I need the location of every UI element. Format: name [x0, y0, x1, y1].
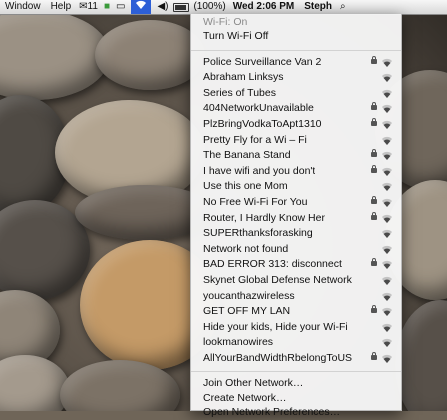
network-item[interactable]: Router, I Hardly Know Her: [191, 211, 401, 227]
notification-icon[interactable]: ✉11: [79, 0, 98, 14]
wifi-signal-icon: [382, 58, 392, 67]
menu-separator: [191, 49, 401, 51]
lock-icon: [371, 102, 377, 111]
network-name: BAD ERROR 313: disconnect: [203, 258, 342, 271]
lock-icon: [371, 164, 377, 173]
lock-icon: [371, 149, 377, 158]
network-name: Use this one Mom: [203, 180, 288, 193]
network-item[interactable]: PlzBringVodkaToApt1310: [191, 117, 401, 133]
network-name: Police Surveillance Van 2: [203, 55, 322, 68]
status-icon[interactable]: ■: [104, 0, 110, 14]
wifi-signal-icon: [382, 354, 392, 363]
network-name: Network not found: [203, 242, 289, 255]
network-item[interactable]: Use this one Mom: [191, 179, 401, 195]
turn-wifi-off-item[interactable]: Turn Wi-Fi Off: [191, 29, 401, 45]
airplay-icon[interactable]: ▭: [116, 0, 125, 14]
lock-icon: [371, 305, 377, 314]
network-name: PlzBringVodkaToApt1310: [203, 117, 322, 130]
network-item[interactable]: SUPERthanksforasking: [191, 226, 401, 242]
lock-icon: [371, 117, 377, 126]
network-item[interactable]: Pretty Fly for a Wi – Fi: [191, 133, 401, 149]
wifi-signal-icon: [382, 276, 392, 285]
menu-separator: [191, 371, 401, 373]
network-item[interactable]: 404NetworkUnavailable: [191, 101, 401, 117]
lock-icon: [371, 211, 377, 220]
network-name: Abraham Linksys: [203, 71, 284, 84]
wifi-signal-icon: [382, 152, 392, 161]
create-network-item[interactable]: Create Network…: [191, 391, 401, 406]
menu-user[interactable]: Steph: [299, 0, 337, 14]
open-network-preferences-item[interactable]: Open Network Preferences…: [191, 405, 401, 420]
wifi-signal-icon: [382, 307, 392, 317]
network-item[interactable]: GET OFF MY LAN: [191, 304, 401, 320]
menu-window[interactable]: Window: [0, 0, 46, 14]
network-item[interactable]: Skynet Global Defense Network: [191, 273, 401, 289]
lock-icon: [371, 258, 377, 267]
pebble: [95, 20, 205, 90]
network-name: SUPERthanksforasking: [203, 227, 313, 240]
network-item[interactable]: youcanthazwireless: [191, 289, 401, 305]
pebble: [0, 10, 110, 100]
network-item[interactable]: Abraham Linksys: [191, 70, 401, 86]
network-item[interactable]: I have wifi and you don't: [191, 164, 401, 180]
wifi-signal-icon: [382, 245, 392, 254]
wifi-signal-icon: [382, 136, 392, 145]
network-name: Hide your kids, Hide your Wi-Fi: [203, 320, 348, 333]
network-item[interactable]: Police Surveillance Van 2: [191, 55, 401, 71]
wifi-signal-icon: [382, 261, 392, 270]
network-item[interactable]: BAD ERROR 313: disconnect: [191, 257, 401, 273]
notification-count: 11: [87, 1, 98, 12]
battery-icon[interactable]: [173, 2, 190, 12]
wifi-signal-icon: [382, 74, 392, 83]
wifi-signal-icon: [382, 323, 392, 332]
wifi-signal-icon: [382, 198, 392, 207]
network-name: I have wifi and you don't: [203, 164, 316, 177]
wifi-signal-icon: [382, 230, 392, 239]
pebble: [0, 355, 70, 411]
wifi-signal-icon: [382, 167, 392, 176]
network-item[interactable]: Hide your kids, Hide your Wi-Fi: [191, 320, 401, 336]
network-name: GET OFF MY LAN: [203, 305, 291, 318]
network-item[interactable]: Series of Tubes: [191, 86, 401, 102]
wifi-signal-icon: [382, 339, 392, 348]
network-name: Skynet Global Defense Network: [203, 273, 352, 286]
network-name: The Banana Stand: [203, 149, 291, 162]
network-name: youcanthazwireless: [203, 289, 295, 302]
wifi-status: Wi-Fi: On: [203, 16, 248, 28]
wifi-icon[interactable]: [131, 0, 152, 14]
menu-help[interactable]: Help: [46, 0, 77, 14]
menu-clock[interactable]: Wed 2:06 PM: [228, 0, 300, 14]
lock-icon: [371, 195, 377, 204]
network-item[interactable]: No Free Wi-Fi For You: [191, 195, 401, 211]
battery-percent: (100%): [193, 1, 226, 12]
network-name: No Free Wi-Fi For You: [203, 195, 308, 208]
network-list: Police Surveillance Van 2 Abraham Linksys…: [191, 55, 401, 367]
network-item[interactable]: lookmanowires: [191, 335, 401, 351]
menu-bar: Window Help ✉11 ■ ▭ ◀) (100%) Wed 2:06 P…: [0, 0, 447, 15]
volume-icon[interactable]: ◀): [157, 0, 168, 14]
network-name: 404NetworkUnavailable: [203, 102, 314, 115]
wifi-signal-icon: [382, 183, 392, 192]
network-item[interactable]: The Banana Stand: [191, 148, 401, 164]
spotlight-icon[interactable]: ⌕: [340, 0, 346, 14]
wifi-signal-icon: [382, 105, 392, 114]
network-name: Pretty Fly for a Wi – Fi: [203, 133, 307, 146]
network-name: Router, I Hardly Know Her: [203, 211, 325, 224]
network-item[interactable]: AllYourBandWidthRbelongToUS: [191, 351, 401, 367]
network-item[interactable]: Network not found: [191, 242, 401, 258]
wifi-signal-icon: [382, 214, 392, 223]
pebble: [395, 300, 447, 411]
join-other-network-item[interactable]: Join Other Network…: [191, 376, 401, 391]
network-name: lookmanowires: [203, 336, 274, 349]
wifi-menu: Wi-Fi: On Turn Wi-Fi Off Police Surveill…: [190, 14, 402, 418]
network-name: AllYourBandWidthRbelongToUS: [203, 351, 353, 364]
lock-icon: [371, 351, 377, 360]
lock-icon: [371, 55, 377, 64]
network-name: Series of Tubes: [203, 86, 276, 99]
wifi-signal-icon: [382, 89, 392, 98]
wifi-signal-icon: [382, 120, 392, 129]
wifi-signal-icon: [382, 292, 392, 301]
